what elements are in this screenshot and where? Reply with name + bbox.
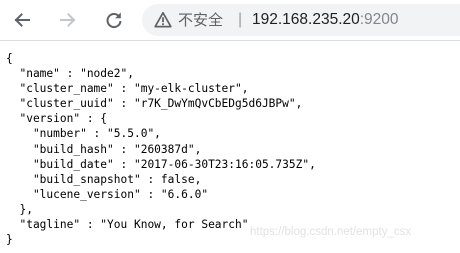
reload-icon xyxy=(106,12,122,29)
reload-button[interactable] xyxy=(102,8,126,32)
arrow-right-icon xyxy=(60,13,76,27)
warning-triangle-icon[interactable] xyxy=(154,11,172,29)
json-line: "build_snapshot" : false, xyxy=(6,172,202,186)
json-line: "cluster_name" : "my-elk-cluster", xyxy=(6,82,249,96)
json-line: "name" : "node2", xyxy=(6,67,134,81)
browser-toolbar: 不安全 | 192.168.235.20:9200 xyxy=(0,0,460,40)
url-port: :9200 xyxy=(359,11,399,28)
json-line: "version" : { xyxy=(6,112,108,126)
url-text[interactable]: 192.168.235.20:9200 xyxy=(252,10,399,30)
watermark-text: https://blog.csdn.net/empty_csx xyxy=(250,226,412,238)
json-line: "cluster_uuid" : "r7K_DwYmQvCbEDg5d6JBPw… xyxy=(6,97,303,111)
json-line: "number" : "5.5.0", xyxy=(6,127,161,141)
back-button[interactable] xyxy=(10,8,34,32)
security-status-label[interactable]: 不安全 xyxy=(178,10,223,30)
omnibox-separator: | xyxy=(238,11,243,28)
json-line: { xyxy=(6,52,13,65)
json-line: }, xyxy=(6,202,33,216)
url-host: 192.168.235.20 xyxy=(252,11,360,28)
address-bar[interactable]: 不安全 | 192.168.235.20:9200 xyxy=(142,4,460,36)
json-line: "build_date" : "2017-06-30T23:16:05.735Z… xyxy=(6,157,316,171)
arrow-left-icon xyxy=(14,13,30,27)
toolbar-divider xyxy=(0,40,460,41)
forward-button[interactable] xyxy=(56,8,80,32)
json-line: "build_hash" : "260387d", xyxy=(6,142,202,156)
json-line: "lucene_version" : "6.6.0" xyxy=(6,187,209,201)
json-response-body: { "name" : "node2", "cluster_name" : "my… xyxy=(6,51,316,247)
